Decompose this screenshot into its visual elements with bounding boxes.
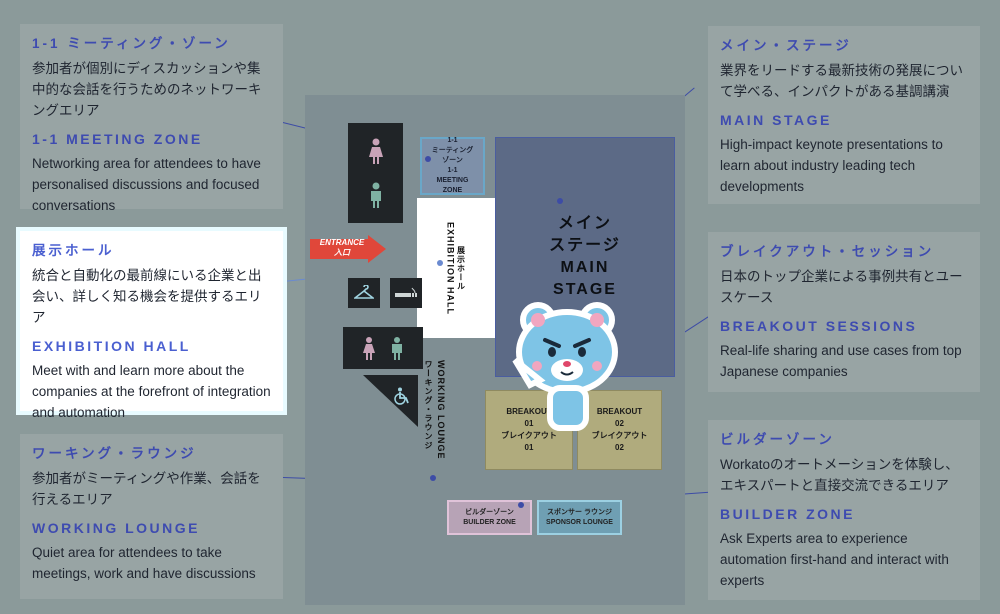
main-stage-en-title: MAIN STAGE xyxy=(720,112,832,128)
meeting-zone-label: 1-1 xyxy=(447,167,458,174)
main-stage-label: メイン xyxy=(557,215,612,232)
exhibition-hall-en-body: Meet with and learn more about the compa… xyxy=(32,363,271,420)
working-lounge-label: WORKING LOUNGE xyxy=(436,360,446,460)
breakout-ja-title: ブレイクアウト・セッション xyxy=(720,244,935,259)
male-restroom-icon xyxy=(370,182,381,208)
builder-zone-en-body: Ask Experts area to experience automatio… xyxy=(720,531,949,588)
main-stage-en-body: High-impact keynote presentations to lea… xyxy=(720,137,943,194)
breakout-ja-body: 日本のトップ企業による事例共有とユースケース xyxy=(720,269,963,305)
entrance-arrow: ENTRANCE 入口 xyxy=(310,235,386,263)
exhibition-marker xyxy=(437,260,443,266)
meeting-zone-marker xyxy=(425,156,431,162)
meeting-zone-label: ゾーン xyxy=(442,157,463,164)
smoking-icon xyxy=(395,287,417,297)
entrance-ja-label: 入口 xyxy=(334,248,350,257)
working-lounge-panel: ワーキング・ラウンジ 参加者がミーティングや作業、会話を行えるエリア WORKI… xyxy=(20,434,283,599)
entrance-label: ENTRANCE xyxy=(319,238,365,247)
builder-zone-ja-title: ビルダーゾーン xyxy=(720,432,835,447)
female-restroom-icon xyxy=(368,138,383,164)
main-stage-label: MAIN xyxy=(560,259,610,276)
builder-zone-panel: ビルダーゾーン Workatoのオートメーションを体験し、エキスパートと直接交流… xyxy=(708,420,980,600)
builder-zone-label: BUILDER ZONE xyxy=(463,518,516,526)
meeting-zone-label: ミーティング xyxy=(431,147,474,154)
working-lounge-en-body: Quiet area for attendees to take meeting… xyxy=(32,545,256,581)
main-stage-label: ステージ xyxy=(549,237,621,254)
breakout-panel: ブレイクアウト・セッション 日本のトップ企業による事例共有とユースケース BRE… xyxy=(708,232,980,392)
main-stage-ja-title: メイン・ステージ xyxy=(720,38,852,53)
exhibition-hall-room[interactable]: EXHIBITION HALL 展示ホール xyxy=(417,198,495,338)
meeting-zone-ja-body: 参加者が個別にディスカッションや集中的な会話を行うためのネットワーキングエリア xyxy=(32,61,262,118)
main-stage-label: STAGE xyxy=(553,281,617,298)
mascot-bear-icon xyxy=(512,302,618,431)
male-restroom-icon xyxy=(392,337,402,360)
working-lounge-en-title: WORKING LOUNGE xyxy=(32,520,200,536)
exhibition-hall-panel: 展示ホール 統合と自動化の最前線にいる企業と出会い、詳しく知る機会を提供するエリ… xyxy=(20,231,283,420)
working-lounge-area[interactable]: ワーキング・ラウンジ WORKING LOUNGE xyxy=(423,360,446,470)
main-stage-panel: メイン・ステージ 業界をリードする最新技術の発展について学べる、インパクトがある… xyxy=(708,26,980,204)
main-stage-ja-body: 業界をリードする最新技術の発展について学べる、インパクトがある基調講演 xyxy=(720,63,963,99)
meeting-zone-label: MEETING xyxy=(436,177,469,184)
accessible-restroom xyxy=(363,375,418,427)
builder-marker xyxy=(518,502,524,508)
exhibition-hall-ja-label: 展示ホール xyxy=(456,245,466,291)
cloakroom-icon xyxy=(354,285,374,299)
meeting-zone-ja-title: 1-1 ミーティング・ゾーン xyxy=(32,36,231,51)
exhibition-hall-en-title: EXHIBITION HALL xyxy=(32,338,191,354)
breakout-en-body: Real-life sharing and use cases from top… xyxy=(720,343,962,379)
builder-zone-ja-body: Workatoのオートメーションを体験し、エキスパートと直接交流できるエリア xyxy=(720,457,959,493)
meeting-zone-room[interactable]: 1-1 ミーティング ゾーン 1-1 MEETING ZONE xyxy=(420,137,485,195)
sponsor-lounge-room[interactable]: スポンサー ラウンジ SPONSOR LOUNGE xyxy=(537,500,622,535)
lounge-marker xyxy=(430,475,436,481)
wheelchair-icon xyxy=(393,387,409,405)
meeting-zone-panel: 1-1 ミーティング・ゾーン 参加者が個別にディスカッションや集中的な会話を行う… xyxy=(20,24,283,213)
cloakroom xyxy=(348,278,380,308)
builder-zone-ja-label: ビルダーゾーン xyxy=(465,508,514,516)
working-lounge-ja-body: 参加者がミーティングや作業、会話を行えるエリア xyxy=(32,471,261,507)
smoking-area xyxy=(390,278,422,308)
meeting-zone-label: ZONE xyxy=(442,187,463,194)
female-restroom-icon xyxy=(363,337,375,360)
breakout-en-title: BREAKOUT SESSIONS xyxy=(720,318,918,334)
meeting-zone-en-title: 1-1 MEETING ZONE xyxy=(32,131,203,147)
working-lounge-ja-label: ワーキング・ラウンジ xyxy=(424,360,433,450)
sponsor-lounge-label: SPONSOR LOUNGE xyxy=(546,518,613,526)
builder-zone-en-title: BUILDER ZONE xyxy=(720,506,855,522)
exhibition-hall-ja-body: 統合と自動化の最前線にいる企業と出会い、詳しく知る機会を提供するエリア xyxy=(32,268,262,325)
breakout-01-label: 01 xyxy=(524,443,534,452)
meeting-zone-label: 1-1 xyxy=(447,137,458,144)
exhibition-hall-ja-title: 展示ホール xyxy=(32,243,115,258)
working-lounge-ja-title: ワーキング・ラウンジ xyxy=(32,446,197,461)
breakout-02-label: 02 xyxy=(615,443,624,452)
meeting-zone-en-body: Networking area for attendees to have pe… xyxy=(32,156,261,213)
lower-restroom-block xyxy=(343,327,423,369)
main-stage-marker xyxy=(557,198,563,204)
sponsor-lounge-ja-label: スポンサー ラウンジ xyxy=(547,508,612,516)
restroom-block xyxy=(348,123,403,223)
exhibition-hall-label: EXHIBITION HALL xyxy=(445,221,456,315)
